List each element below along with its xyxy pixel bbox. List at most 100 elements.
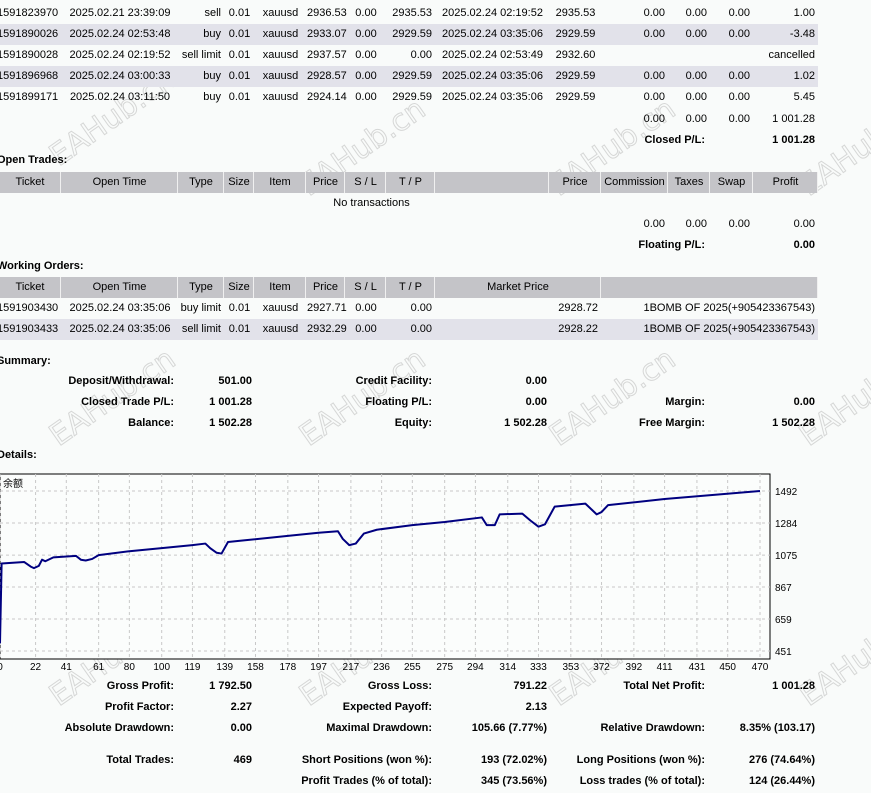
table-cell: 1591890028: [0, 49, 59, 61]
table-cell: 0.00: [355, 323, 377, 335]
table-cell: Open Time: [62, 172, 178, 193]
x-tick-label: 197: [310, 662, 327, 672]
table-cell: cancelled: [768, 49, 815, 61]
y-tick-label: 1492: [775, 487, 798, 498]
table-cell: 2025.02.24 03:35:06: [69, 323, 171, 335]
closed-trade-row: 1591899171 2025.02.24 03:11:50 buy 0.01 xauu…: [0, 87, 818, 108]
summary-label: Free Margin:: [638, 417, 705, 429]
table-cell: 0.00: [728, 91, 750, 103]
table-cell: xauusd: [262, 7, 299, 19]
table-cell: Item: [255, 277, 306, 298]
table-cell: 0.01: [228, 91, 251, 103]
table-cell: 2932.60: [555, 49, 596, 61]
table-cell: S / L: [346, 172, 386, 193]
stat-label: Total Net Profit:: [623, 680, 705, 692]
table-cell: 0.00: [685, 70, 707, 82]
y-tick-label: 1075: [775, 551, 798, 562]
table-cell: buy: [203, 91, 221, 103]
table-cell: 2937.57: [307, 49, 347, 61]
closed-total: 1 001.28: [772, 113, 815, 125]
table-cell: 0.01: [228, 7, 251, 19]
table-cell: Size: [225, 277, 254, 298]
table-cell: buy: [203, 28, 221, 40]
x-tick-label: 275: [436, 662, 453, 672]
summary-value: 0.00: [793, 396, 815, 408]
table-cell: 0.00: [685, 28, 707, 40]
y-tick-label: 659: [775, 615, 792, 626]
table-cell: 2933.07: [307, 28, 347, 40]
table-cell: 0.00: [410, 49, 432, 61]
table-cell: 0.01: [228, 28, 251, 40]
table-cell: 2928.72: [558, 302, 598, 314]
table-cell: 0.00: [643, 91, 665, 103]
table-cell: Ticket: [0, 172, 61, 193]
stat-label: Relative Drawdown:: [600, 722, 705, 734]
table-cell: 1591903430: [0, 302, 59, 314]
summary-label: Equity:: [394, 417, 432, 429]
table-cell: 0.01: [228, 70, 251, 82]
stat-value: 8.35% (103.17): [739, 722, 815, 734]
table-cell: 0.00: [355, 70, 377, 82]
table-cell: 0.00: [355, 91, 377, 103]
table-cell: 2935.53: [555, 7, 596, 19]
table-cell: 2929.59: [555, 91, 596, 103]
legend-label: 余额: [3, 477, 23, 490]
x-tick-label: 139: [216, 662, 233, 672]
table-cell: 0.01: [228, 302, 251, 314]
table-cell: Swap: [711, 172, 753, 193]
table-cell: S / L: [346, 277, 386, 298]
table-cell: 2935.53: [392, 7, 432, 19]
table-cell: 0.00: [643, 28, 665, 40]
table-cell: 1591896968: [0, 70, 59, 82]
table-cell: Commission: [602, 172, 668, 193]
x-tick-label: 294: [467, 662, 484, 672]
closed-total: 0.00: [728, 113, 750, 125]
open-trades-title: Open Trades:: [0, 154, 68, 166]
table-cell: Price: [307, 172, 345, 193]
x-tick-label: 178: [279, 662, 296, 672]
x-tick-label: 217: [343, 662, 360, 672]
table-cell: 2924.14: [307, 91, 347, 103]
x-tick-label: 80: [124, 662, 136, 672]
table-cell: 2929.59: [555, 70, 596, 82]
closed-total: 0.00: [685, 113, 707, 125]
stat-label: Maximal Drawdown:: [326, 722, 432, 734]
table-cell: 0.00: [685, 91, 707, 103]
summary-title: Summary:: [0, 355, 51, 367]
table-cell: 1591899171: [0, 91, 59, 103]
table-cell: Profit: [754, 172, 818, 193]
table-cell: Type: [179, 277, 224, 298]
table-cell: [602, 45, 668, 66]
x-tick-label: 372: [593, 662, 610, 672]
table-cell: buy limit: [180, 302, 221, 314]
table-cell: 2936.53: [307, 7, 347, 19]
x-tick-label: 0: [0, 662, 3, 672]
table-cell: [711, 45, 753, 66]
table-cell: 2025.02.24 02:53:48: [69, 28, 171, 40]
working-orders-header: Ticket Open Time Type Size Item Price S / LT /…: [0, 277, 818, 298]
x-tick-label: 314: [499, 662, 516, 672]
table-cell: 0.00: [355, 49, 377, 61]
table-cell: Type: [179, 172, 224, 193]
table-cell: 0.00: [643, 7, 665, 19]
y-tick-label: 867: [775, 583, 792, 594]
x-tick-label: 333: [530, 662, 547, 672]
table-cell: 2927.71: [307, 302, 347, 314]
x-tick-label: 100: [153, 662, 170, 672]
table-cell: Ticket: [0, 277, 61, 298]
table-cell: 2928.22: [558, 323, 598, 335]
table-cell: 0.00: [643, 70, 665, 82]
table-cell: buy: [203, 70, 221, 82]
table-cell: Size: [225, 172, 254, 193]
table-cell: 2025.02.24 03:35:06: [442, 28, 543, 40]
table-cell: 1BOMB OF 2025(+905423367543): [643, 302, 815, 314]
working-orders-title: Working Orders:: [0, 260, 84, 272]
table-cell: 2025.02.24 03:35:06: [442, 70, 543, 82]
stat-value: 276 (74.64%): [748, 754, 815, 766]
open-total: 0.00: [793, 218, 815, 230]
x-tick-label: 470: [752, 662, 769, 672]
stat-value: 124 (26.44%): [748, 775, 815, 787]
stat-label: Loss trades (% of total):: [579, 775, 705, 787]
no-transactions-text: No transactions: [333, 197, 410, 209]
table-cell: 2932.29: [307, 323, 347, 335]
